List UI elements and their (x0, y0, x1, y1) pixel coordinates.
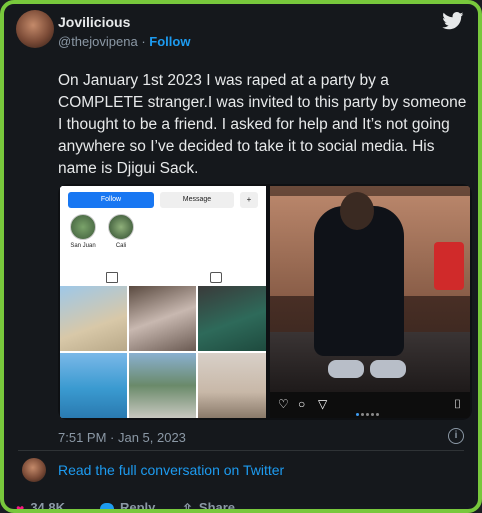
info-icon[interactable]: i (448, 428, 464, 444)
photo-action-bar: ♡ ○ ▽ ⌷ (270, 392, 470, 418)
separator: · (141, 34, 146, 49)
comment-icon: ○ (298, 397, 306, 411)
highlight-thumbnail (108, 214, 134, 240)
author-handle[interactable]: @thejovipena (58, 34, 138, 49)
highlight-cali: Cali (104, 214, 138, 249)
share-icon: ▽ (318, 397, 328, 411)
share-icon: ⇧ (182, 500, 193, 513)
tweet-text: On January 1st 2023 I was raped at a par… (58, 72, 467, 177)
carousel-dots (356, 403, 381, 420)
reply-icon (100, 502, 114, 509)
add-person-icon: + (240, 192, 258, 208)
grid-icon (106, 272, 118, 283)
tagged-icon (210, 272, 222, 283)
instagram-screenshot: Follow Message + San Juan Cali (60, 186, 266, 418)
grid-photo (198, 286, 266, 351)
tweet-card: Jovilicious @thejovipena · Follow On Jan… (8, 6, 474, 509)
timestamp[interactable]: 7:51 PM · Jan 5, 2023 (58, 430, 186, 445)
avatar[interactable] (16, 10, 54, 48)
highlight-san-juan: San Juan (66, 214, 100, 249)
sneaker (328, 360, 364, 378)
sneaker (370, 360, 406, 378)
ig-tabs (60, 270, 266, 284)
tweet-media[interactable]: Follow Message + San Juan Cali ♡ ○ ▽ ⌷ (58, 184, 472, 420)
bookmark-icon: ⌷ (454, 397, 462, 411)
head (340, 192, 374, 230)
highlight-label: Cali (115, 243, 127, 249)
tweet-actions: ♥ 34.8K Reply ⇧ Share (16, 500, 476, 513)
ig-follow-button: Follow (68, 192, 154, 208)
share-button[interactable]: ⇧ Share (182, 500, 236, 513)
grid-photo (60, 353, 127, 418)
reply-label: Reply (120, 500, 156, 513)
author-handle-line: @thejovipena · Follow (58, 34, 190, 49)
twitter-bird-icon[interactable] (442, 12, 464, 30)
divider (18, 450, 464, 451)
highlight-thumbnail (70, 214, 96, 240)
follow-link[interactable]: Follow (149, 34, 190, 49)
author-name[interactable]: Jovilicious (58, 14, 130, 30)
read-conversation-link[interactable]: Read the full conversation on Twitter (58, 462, 284, 478)
avatar-small (22, 458, 46, 482)
grid-photo (60, 286, 127, 351)
ig-message-button: Message (160, 192, 234, 208)
like-count: 34.8K (30, 500, 66, 513)
grid-photo (198, 353, 266, 418)
media-photo: ♡ ○ ▽ ⌷ (270, 186, 470, 418)
tweet-embed-frame: Jovilicious @thejovipena · Follow On Jan… (0, 0, 482, 513)
highlight-label: San Juan (70, 243, 96, 249)
red-bag (434, 242, 464, 290)
reply-button[interactable]: Reply (100, 500, 156, 513)
heart-icon: ♥ (16, 500, 25, 513)
grid-photo (129, 286, 196, 351)
profile-buttons: Follow Message + (68, 192, 258, 208)
share-label: Share (198, 500, 236, 513)
like-button[interactable]: ♥ 34.8K (16, 500, 66, 513)
heart-icon: ♡ (278, 397, 289, 411)
grid-photo (129, 353, 196, 418)
ig-photo-grid (60, 286, 266, 418)
